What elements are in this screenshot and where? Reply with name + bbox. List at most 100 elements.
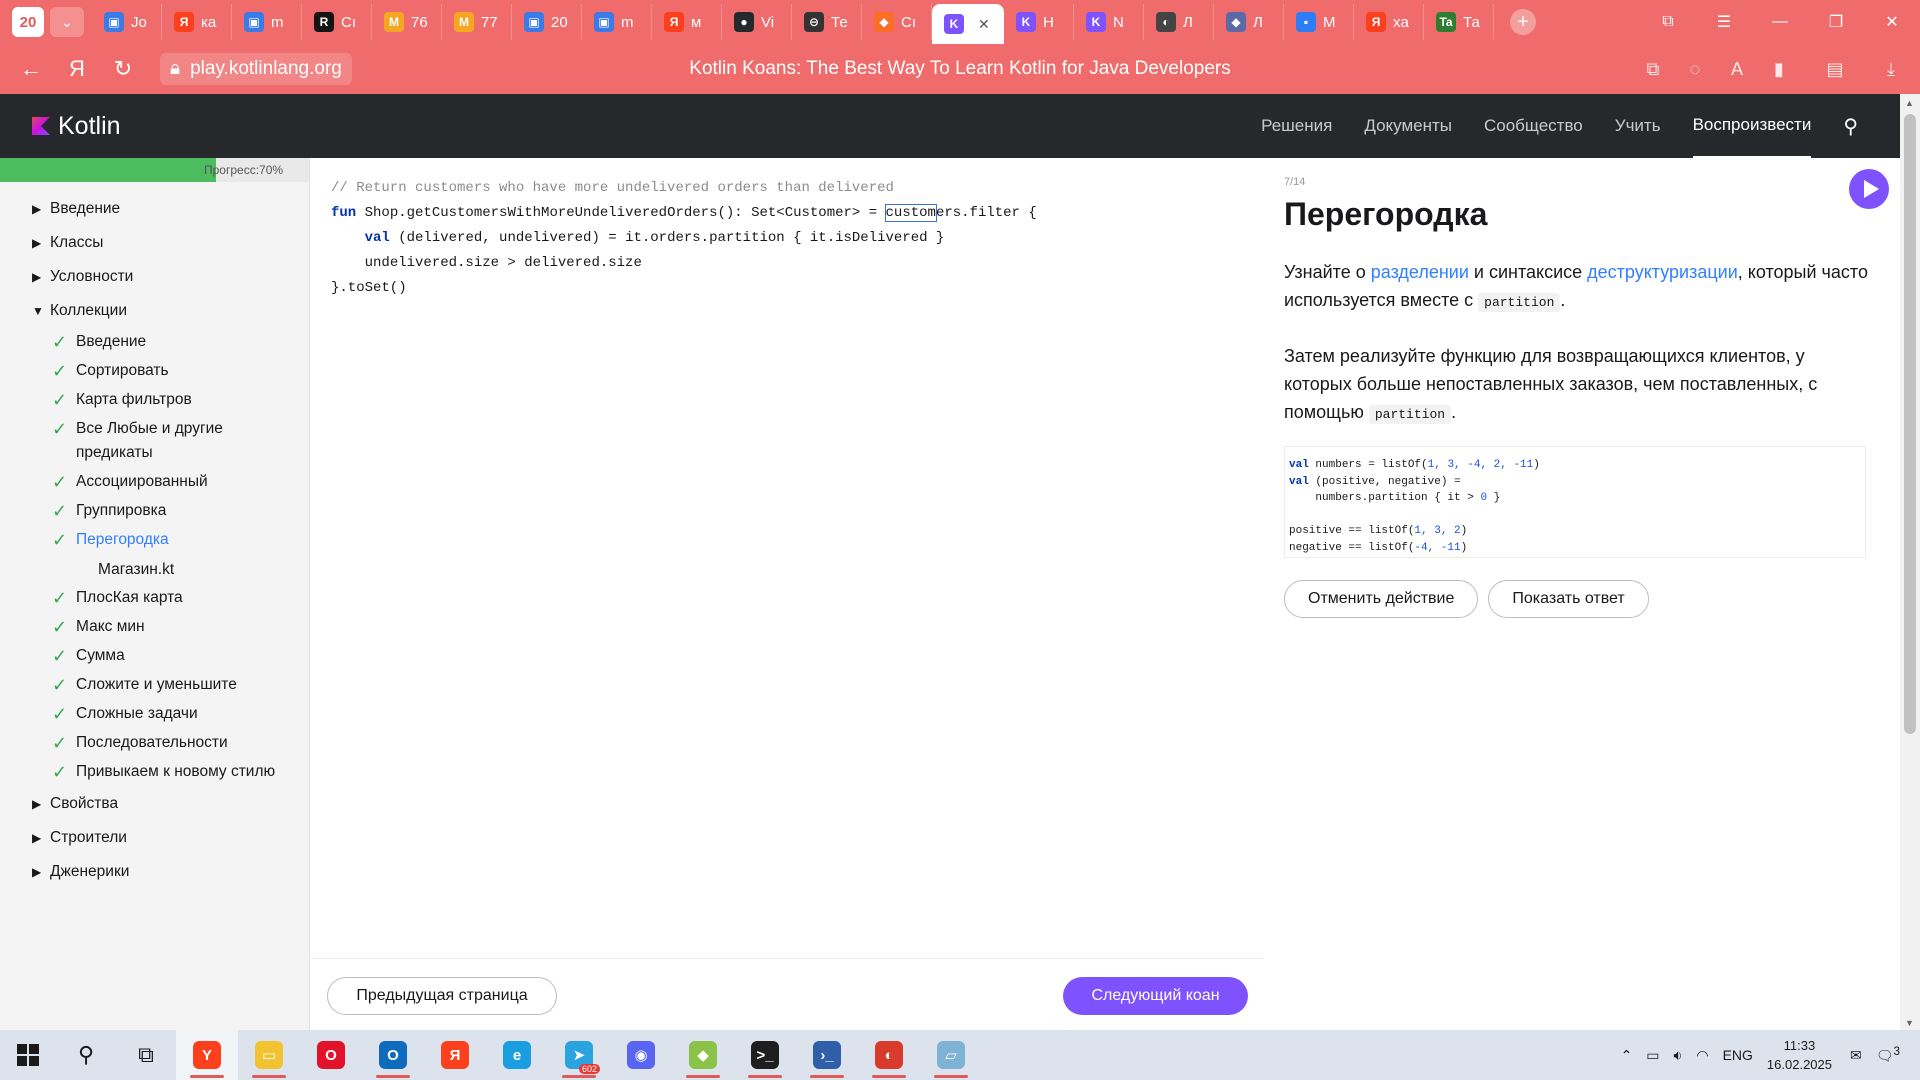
nav-solutions[interactable]: Решения bbox=[1261, 94, 1332, 158]
browser-tab[interactable]: ◆ Сı bbox=[862, 4, 932, 40]
browser-tab[interactable]: R Cı bbox=[302, 4, 372, 40]
close-window-icon[interactable]: ✕ bbox=[1864, 12, 1920, 32]
destructuring-link[interactable]: деструктуризации bbox=[1587, 262, 1738, 282]
sidebar-item[interactable]: ✓ Карта фильтров bbox=[0, 386, 309, 415]
restore-icon[interactable]: ❐ bbox=[1808, 12, 1864, 32]
sidebar-item[interactable]: ✓ Введение bbox=[0, 328, 309, 357]
tab-count-badge[interactable]: 20 bbox=[12, 7, 44, 37]
taskbar-app-tool[interactable]: ◆ bbox=[672, 1030, 734, 1080]
sidebar-item[interactable]: ✓ Сложные задачи bbox=[0, 700, 309, 729]
menu-icon[interactable]: ☰ bbox=[1696, 12, 1752, 32]
page-scrollbar[interactable]: ▲ ▼ bbox=[1900, 94, 1920, 1030]
scroll-down-icon[interactable]: ▼ bbox=[1905, 1018, 1914, 1028]
taskbar-app-yandex-browser[interactable]: Y bbox=[176, 1030, 238, 1080]
code-line-2[interactable]: val (delivered, undelivered) = it.orders… bbox=[331, 226, 1037, 251]
sidebar-section[interactable]: ▶ Введение bbox=[0, 192, 309, 226]
taskbar-app-file-explorer[interactable]: ▭ bbox=[238, 1030, 300, 1080]
minimize-icon[interactable]: — bbox=[1752, 13, 1808, 31]
notifications-icon[interactable]: 🗨︎3 bbox=[1876, 1045, 1900, 1065]
taskbar-app-terminal[interactable]: >_ bbox=[734, 1030, 796, 1080]
taskbar-search-icon[interactable]: ⚲ bbox=[56, 1030, 116, 1080]
taskbar-app-outlook[interactable]: O bbox=[362, 1030, 424, 1080]
taskbar-app-notes[interactable]: ▱ bbox=[920, 1030, 982, 1080]
browser-tab[interactable]: KN bbox=[1074, 4, 1144, 40]
clock[interactable]: 11:33 16.02.2025 bbox=[1767, 1036, 1832, 1074]
copy-link-icon[interactable]: ⧉ bbox=[1632, 59, 1674, 80]
reload-icon[interactable]: ↻ bbox=[100, 56, 146, 82]
browser-tab[interactable]: M 77 bbox=[442, 4, 512, 40]
download-icon[interactable]: ⤓ bbox=[1870, 59, 1912, 80]
sidebar-section[interactable]: ▶ Строители bbox=[0, 821, 309, 855]
partition-link[interactable]: разделении bbox=[1371, 262, 1469, 282]
sidebar-item[interactable]: ✓ Все Любые и другие предикаты bbox=[0, 415, 309, 468]
sidebar-item[interactable]: ✓ Сложите и уменьшите bbox=[0, 671, 309, 700]
language-indicator[interactable]: ENG bbox=[1723, 1047, 1753, 1063]
browser-tab[interactable]: ▣ Jo bbox=[92, 4, 162, 40]
browser-tab[interactable]: ◆ Л bbox=[1214, 4, 1284, 40]
code-line-4[interactable]: }.toSet() bbox=[331, 276, 1037, 301]
taskbar-app-app-red[interactable]: ◐ bbox=[858, 1030, 920, 1080]
chat-icon[interactable]: ◌ bbox=[1674, 59, 1716, 80]
tab-active[interactable]: K ✕ bbox=[932, 4, 1004, 44]
search-icon[interactable]: ⚲ bbox=[1843, 114, 1858, 139]
sidebar-item[interactable]: ✓ Ассоциированный bbox=[0, 468, 309, 497]
sidebar-file-item[interactable]: Магазин.kt bbox=[0, 555, 309, 584]
sidebar-item[interactable]: ✓ Группировка bbox=[0, 497, 309, 526]
browser-tab[interactable]: ▣ m bbox=[582, 4, 652, 40]
browser-tab[interactable]: Яxa bbox=[1354, 4, 1424, 40]
tabs-view-icon[interactable]: ⧉ bbox=[1640, 13, 1696, 31]
sidebar-item[interactable]: ✓ Последовательности bbox=[0, 729, 309, 758]
browser-tab[interactable]: ▪ M bbox=[1284, 4, 1354, 40]
nav-docs[interactable]: Документы bbox=[1364, 94, 1452, 158]
tab-close-icon[interactable]: ✕ bbox=[978, 16, 990, 33]
taskbar-app-powershell[interactable]: ›_ bbox=[796, 1030, 858, 1080]
nav-learn[interactable]: Учить bbox=[1615, 94, 1661, 158]
sidebar-item[interactable]: ✓ ПлосКая карта bbox=[0, 584, 309, 613]
show-answer-button[interactable]: Показать ответ bbox=[1488, 580, 1649, 618]
undo-button[interactable]: Отменить действие bbox=[1284, 580, 1479, 618]
bookmark-icon[interactable]: ▮ bbox=[1758, 59, 1800, 80]
task-view-icon[interactable]: ⧉ bbox=[116, 1030, 176, 1080]
tab-list-dropdown[interactable]: ⌄ bbox=[50, 7, 84, 37]
sidebar-section[interactable]: ▶ Свойства bbox=[0, 787, 309, 821]
battery-icon[interactable]: ▭ bbox=[1646, 1047, 1659, 1064]
browser-tab[interactable]: ▣ 20 bbox=[512, 4, 582, 40]
browser-tab[interactable]: ▣ m bbox=[232, 4, 302, 40]
taskbar-app-edge[interactable]: e bbox=[486, 1030, 548, 1080]
browser-tab[interactable]: Ta Та bbox=[1424, 4, 1494, 40]
back-arrow-icon[interactable]: ← bbox=[8, 56, 54, 82]
browser-tab[interactable]: ⊖ Те bbox=[792, 4, 862, 40]
sidebar-section[interactable]: ▶ Условности bbox=[0, 260, 309, 294]
sidebar-section[interactable]: ▼ Коллекции bbox=[0, 294, 309, 328]
start-button[interactable] bbox=[0, 1044, 56, 1066]
yandex-logo-icon[interactable]: Я bbox=[54, 56, 100, 82]
run-button[interactable] bbox=[1849, 169, 1889, 209]
taskbar-app-yandex[interactable]: Я bbox=[424, 1030, 486, 1080]
sidebar-section[interactable]: ▶ Дженерики bbox=[0, 855, 309, 889]
scroll-up-icon[interactable]: ▲ bbox=[1905, 98, 1914, 108]
kotlin-logo[interactable]: Kotlin bbox=[32, 112, 121, 141]
sidebar-item[interactable]: ✓ Привыкаем к новому стилю bbox=[0, 758, 309, 787]
nav-play[interactable]: Воспроизвести bbox=[1692, 94, 1812, 158]
next-koan-button[interactable]: Следующий коан bbox=[1063, 977, 1248, 1015]
browser-tab[interactable]: M 76 bbox=[372, 4, 442, 40]
sidebar-item[interactable]: ✓ Сумма bbox=[0, 642, 309, 671]
taskbar-app-telegram[interactable]: ➤ 602 bbox=[548, 1030, 610, 1080]
scrollbar-thumb[interactable] bbox=[1904, 114, 1916, 734]
mail-icon[interactable]: ✉ bbox=[1850, 1047, 1862, 1064]
wifi-icon[interactable]: ◠ bbox=[1696, 1047, 1708, 1064]
browser-tab[interactable]: KH bbox=[1004, 4, 1074, 40]
sidebar-item[interactable]: ✓ Сортировать bbox=[0, 357, 309, 386]
taskbar-app-opera[interactable]: O bbox=[300, 1030, 362, 1080]
tray-chevron-up-icon[interactable]: ⌃ bbox=[1621, 1047, 1633, 1064]
browser-tab[interactable]: ◐ Л bbox=[1144, 4, 1214, 40]
sidebar-item[interactable]: ✓ Макс мин bbox=[0, 613, 309, 642]
translate-icon[interactable]: A bbox=[1716, 59, 1758, 80]
code-line-1[interactable]: fun Shop.getCustomersWithMoreUndelivered… bbox=[331, 201, 1037, 226]
collections-icon[interactable]: ▤ bbox=[1800, 59, 1870, 80]
sidebar-item-active[interactable]: ✓ Перегородка bbox=[0, 526, 309, 555]
taskbar-app-discord[interactable]: ◉ bbox=[610, 1030, 672, 1080]
previous-page-button[interactable]: Предыдущая страница bbox=[327, 977, 557, 1015]
browser-tab[interactable]: ● Vi bbox=[722, 4, 792, 40]
browser-tab[interactable]: Ям bbox=[652, 4, 722, 40]
